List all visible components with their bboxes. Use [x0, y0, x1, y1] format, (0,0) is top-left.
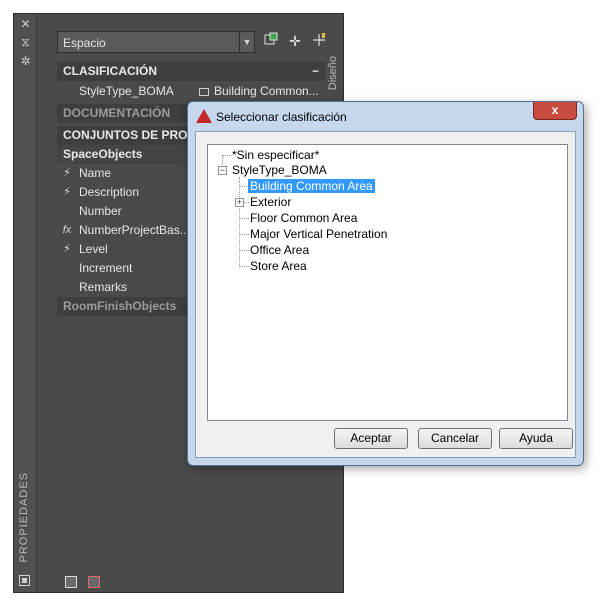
- lightning-icon: ⚡: [63, 167, 71, 179]
- tree-connector: [222, 155, 232, 156]
- section-clasificacion-label: CLASIFICACIÓN: [63, 64, 157, 78]
- tree-item-floor-common-area[interactable]: Floor Common Area: [250, 210, 357, 226]
- tree-item-styletype-boma[interactable]: StyleType_BOMA: [232, 162, 327, 178]
- add-property-set-icon[interactable]: [65, 576, 77, 588]
- close-button[interactable]: x: [533, 102, 577, 120]
- settings-icon[interactable]: ✲: [14, 54, 37, 68]
- tab-diseno[interactable]: Diseño: [327, 56, 339, 90]
- object-type-value: Espacio: [63, 36, 106, 50]
- tree-item-exterior[interactable]: Exterior: [250, 194, 291, 210]
- property-label: Level: [79, 242, 108, 256]
- tree-item-office-area[interactable]: Office Area: [250, 242, 309, 258]
- palette-menu-icon[interactable]: [19, 575, 30, 586]
- tree-item-building-common-area[interactable]: Building Common Area: [248, 178, 375, 194]
- property-value[interactable]: Building Common...: [199, 82, 319, 101]
- fx-icon: fx: [62, 224, 72, 236]
- section-conjuntos-label: CONJUNTOS DE PROP: [63, 128, 196, 142]
- section-documentacion-label: DOCUMENTACIÓN: [63, 106, 171, 120]
- tree-connector: [239, 177, 240, 265]
- help-button[interactable]: Ayuda: [499, 428, 573, 449]
- accept-button[interactable]: Aceptar: [334, 428, 408, 449]
- auto-hide-icon[interactable]: ⧖: [14, 35, 37, 49]
- quick-select-icon[interactable]: [262, 32, 280, 50]
- close-icon: x: [551, 103, 559, 117]
- tree-connector: [239, 250, 249, 251]
- tree-item-store-area[interactable]: Store Area: [250, 258, 307, 274]
- tree-connector: [239, 218, 249, 219]
- property-label: Description: [79, 185, 140, 199]
- tree-connector: [239, 266, 249, 267]
- tree-item-unspecified[interactable]: *Sin especificar*: [232, 147, 319, 163]
- classification-tree[interactable]: *Sin especificar* − StyleType_BOMA Build…: [207, 144, 568, 421]
- remove-property-set-icon[interactable]: [88, 576, 100, 588]
- close-icon[interactable]: ✕: [14, 17, 37, 31]
- select-classification-dialog: Seleccionar clasificación x *Sin especif…: [187, 101, 584, 466]
- tree-item-major-vertical-penetration[interactable]: Major Vertical Penetration: [250, 226, 387, 242]
- property-label: Remarks: [79, 280, 128, 294]
- property-label: StyleType_BOMA: [79, 84, 174, 98]
- palette-side-strip: ✕ ⧖ ✲ PROPIEDADES: [14, 14, 37, 592]
- lightning-icon: ⚡: [63, 243, 71, 255]
- palette-side-title: PROPIEDADES: [18, 471, 30, 562]
- collapse-icon[interactable]: −: [312, 62, 319, 81]
- property-label: Number: [79, 204, 122, 218]
- section-clasificacion[interactable]: CLASIFICACIÓN −: [57, 62, 327, 81]
- object-type-combo[interactable]: Espacio ▼: [57, 31, 255, 53]
- dialog-body: *Sin especificar* − StyleType_BOMA Build…: [195, 131, 576, 458]
- property-row-classification[interactable]: StyleType_BOMA Building Common...: [57, 82, 327, 101]
- autodesk-logo-icon: [196, 109, 212, 123]
- property-label: Increment: [79, 261, 133, 275]
- property-label: Name: [79, 166, 112, 180]
- section-room-finish-label: RoomFinishObjects: [63, 299, 177, 313]
- tree-connector: [239, 234, 249, 235]
- section-space-objects-label: SpaceObjects: [63, 147, 143, 161]
- lightning-icon: ⚡: [63, 186, 71, 198]
- cancel-button[interactable]: Cancelar: [418, 428, 492, 449]
- select-objects-icon[interactable]: ✛: [286, 32, 304, 50]
- collapse-icon[interactable]: −: [218, 166, 227, 175]
- property-label: NumberProjectBas...: [79, 223, 190, 237]
- chevron-down-icon[interactable]: ▼: [239, 32, 254, 52]
- dialog-title: Seleccionar clasificación: [216, 110, 347, 124]
- expand-icon[interactable]: +: [235, 198, 244, 207]
- table-icon: [199, 88, 209, 96]
